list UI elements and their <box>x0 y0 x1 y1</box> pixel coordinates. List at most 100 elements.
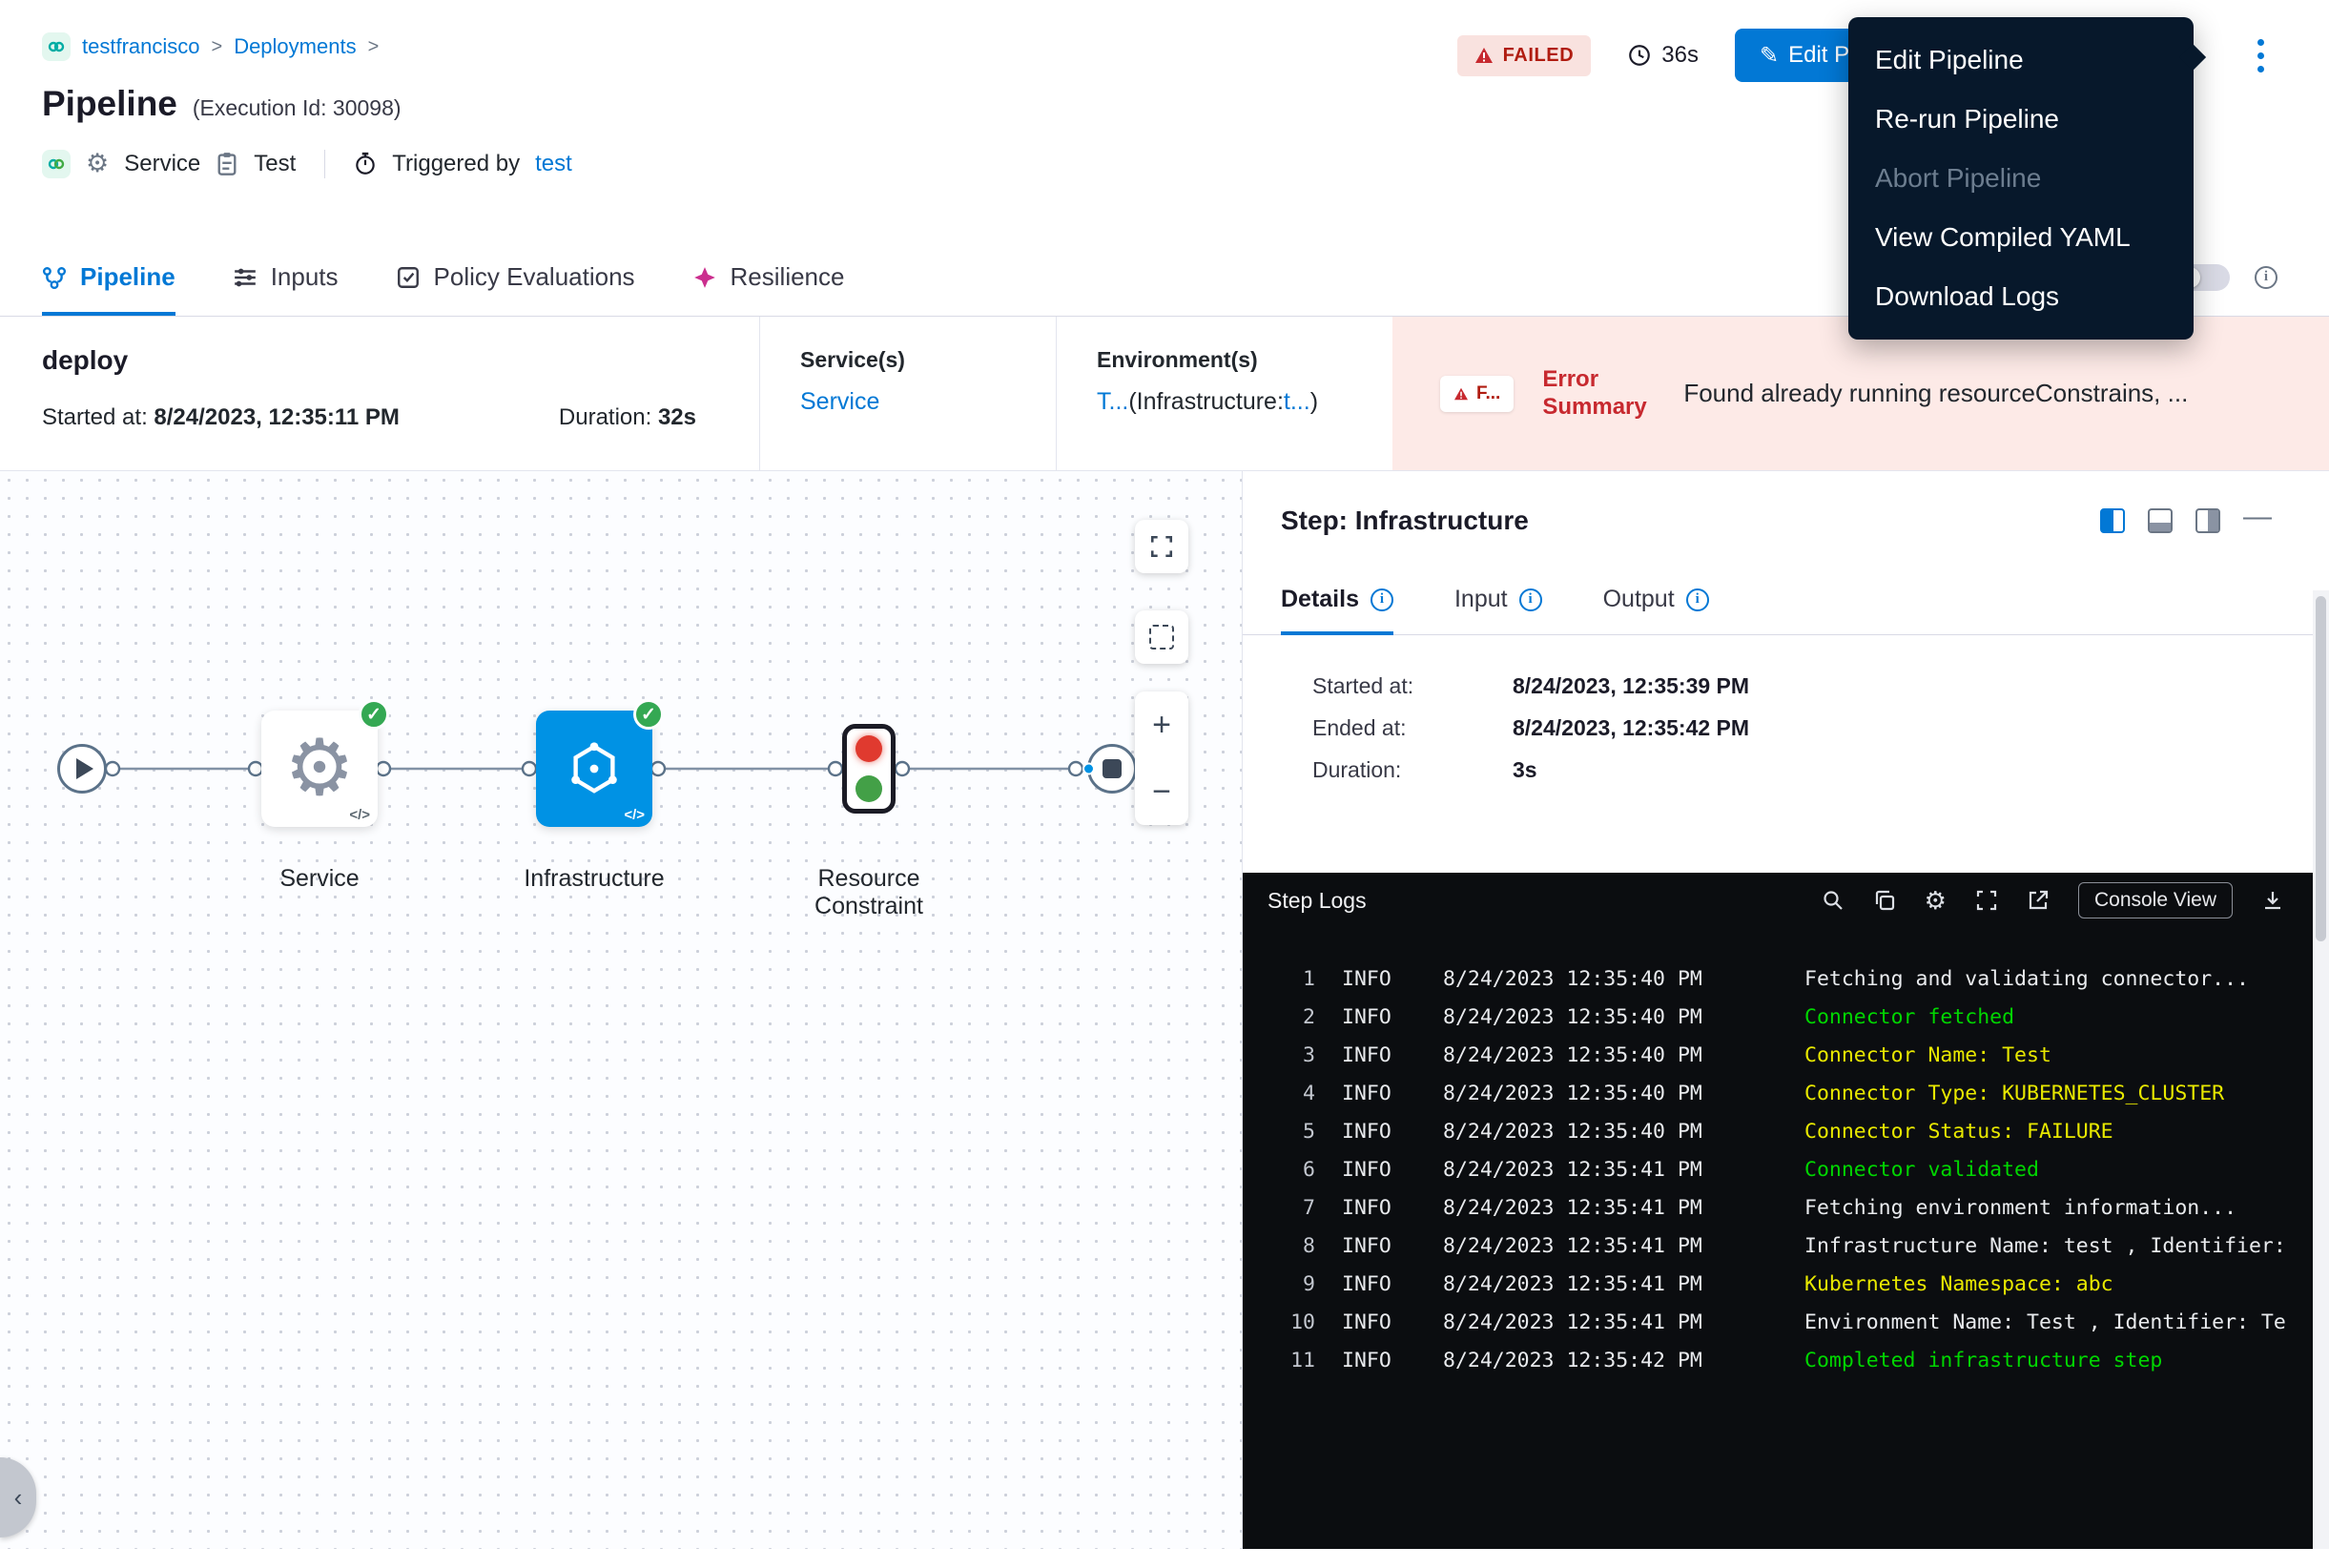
connector-dot <box>1082 763 1095 775</box>
log-line: 8INFO8/24/2023 12:35:41 PMInfrastructure… <box>1243 1228 2313 1266</box>
execution-id: (Execution Id: 30098) <box>193 95 402 121</box>
breadcrumb-deployments-link[interactable]: Deployments <box>234 34 356 59</box>
divider <box>324 150 325 178</box>
error-summary-label: Error Summary <box>1542 366 1655 422</box>
step-node-infrastructure[interactable]: </> ✓ <box>536 711 652 827</box>
zoom-in-button[interactable]: + <box>1135 691 1188 758</box>
warning-triangle-icon <box>1453 387 1469 401</box>
log-line: 3INFO8/24/2023 12:35:40 PMConnector Name… <box>1243 1037 2313 1075</box>
log-line: 4INFO8/24/2023 12:35:40 PMConnector Type… <box>1243 1075 2313 1113</box>
copy-icon[interactable] <box>1873 889 1896 912</box>
triggered-by-label: Triggered by <box>392 151 520 177</box>
node-label-service: Service <box>215 865 424 893</box>
tab-details[interactable]: Details i <box>1281 586 1393 634</box>
inputs-icon <box>233 265 258 290</box>
console-view-button[interactable]: Console View <box>2078 882 2233 918</box>
code-icon: </> <box>349 807 370 823</box>
code-icon: </> <box>624 807 645 823</box>
layout-split-right-icon[interactable] <box>2100 508 2125 533</box>
tab-pipeline[interactable]: Pipeline <box>42 238 175 316</box>
tab-output[interactable]: Output i <box>1603 586 1709 634</box>
infrastructure-hexagon-icon <box>565 739 624 798</box>
environments-label: Environment(s) <box>1097 347 1364 373</box>
duration-label: Duration: <box>1312 757 1513 783</box>
selection-mode-button[interactable] <box>1135 610 1188 664</box>
traffic-light-red <box>855 735 882 762</box>
info-icon[interactable]: i <box>1686 588 1709 611</box>
infrastructure-link[interactable]: t... <box>1284 388 1310 415</box>
ended-at-label: Ended at: <box>1312 715 1513 741</box>
log-line: 11INFO8/24/2023 12:35:42 PMCompleted inf… <box>1243 1342 2313 1380</box>
fit-to-screen-button[interactable] <box>1135 520 1188 573</box>
error-summary-message: Found already running resourceConstrains… <box>1683 379 2188 408</box>
success-check-icon: ✓ <box>633 699 664 730</box>
breadcrumb-separator: > <box>368 36 380 58</box>
tab-policy-evaluations[interactable]: Policy Evaluations <box>396 238 635 316</box>
search-icon[interactable] <box>1822 889 1845 912</box>
pencil-icon: ✎ <box>1760 42 1779 70</box>
marquee-icon <box>1149 625 1174 650</box>
pipeline-end-node[interactable] <box>1087 744 1137 794</box>
menu-item-rerun-pipeline[interactable]: Re-run Pipeline <box>1848 90 2194 149</box>
warning-triangle-icon <box>1474 47 1494 64</box>
page-title: Pipeline <box>42 84 177 124</box>
log-line: 6INFO8/24/2023 12:35:41 PMConnector vali… <box>1243 1151 2313 1189</box>
harness-cd-icon <box>42 150 71 178</box>
info-icon[interactable]: i <box>1519 588 1542 611</box>
started-at-value: 8/24/2023, 12:35:39 PM <box>1513 673 1749 699</box>
stop-icon <box>1103 759 1122 778</box>
minimize-panel-icon[interactable]: — <box>2243 517 2272 525</box>
step-node-resource-constraint[interactable] <box>842 724 896 814</box>
menu-item-download-logs[interactable]: Download Logs <box>1848 267 2194 326</box>
log-line: 1INFO8/24/2023 12:35:40 PMFetching and v… <box>1243 960 2313 999</box>
duration-value: 3s <box>1513 757 1537 783</box>
info-icon[interactable]: i <box>2255 266 2277 289</box>
environment-link[interactable]: T... <box>1097 388 1128 415</box>
clipboard-icon <box>216 152 238 176</box>
tab-input[interactable]: Input i <box>1454 586 1542 634</box>
service-gear-icon: ⚙ <box>284 730 355 808</box>
log-line: 9INFO8/24/2023 12:35:41 PMKubernetes Nam… <box>1243 1266 2313 1304</box>
tab-resilience[interactable]: Resilience <box>692 238 845 316</box>
menu-item-edit-pipeline[interactable]: Edit Pipeline <box>1848 31 2194 90</box>
log-line: 7INFO8/24/2023 12:35:41 PMFetching envir… <box>1243 1189 2313 1228</box>
step-node-service[interactable]: ⚙ </> ✓ <box>261 711 378 827</box>
stage-name[interactable]: deploy <box>42 345 731 376</box>
fullscreen-icon[interactable] <box>1975 889 1998 912</box>
step-logs-console: Step Logs ⚙ Console View 1INFO8/24/2023 … <box>1243 873 2313 1549</box>
harness-icon <box>42 32 71 61</box>
status-badge: FAILED <box>1457 35 1592 76</box>
info-icon[interactable]: i <box>1371 588 1393 611</box>
triggered-by-user-link[interactable]: test <box>535 151 572 177</box>
pipeline-graph-canvas[interactable]: ⚙ </> ✓ Service </> ✓ Infrastructure Res… <box>0 471 1242 1549</box>
open-in-new-icon[interactable] <box>2027 889 2050 912</box>
step-details-panel: Step: Infrastructure — Details i Input i <box>1242 471 2329 1549</box>
menu-item-abort-pipeline: Abort Pipeline <box>1848 149 2194 208</box>
service-link[interactable]: Service <box>800 388 1027 416</box>
more-options-kebab-icon[interactable] <box>2252 33 2270 78</box>
success-check-icon: ✓ <box>359 699 389 730</box>
scrollbar-thumb[interactable] <box>2316 596 2326 941</box>
pipeline-icon <box>42 265 67 290</box>
services-label: Service(s) <box>800 347 1027 373</box>
download-icon[interactable] <box>2261 889 2284 912</box>
test-meta-label: Test <box>254 151 296 177</box>
pipeline-start-node[interactable] <box>57 744 107 794</box>
error-summary-bar: F... Error Summary Found already running… <box>1392 317 2329 470</box>
environment-value: T...(Infrastructure:t...) <box>1097 388 1364 416</box>
breadcrumb-project-link[interactable]: testfrancisco <box>82 34 200 59</box>
stopwatch-icon <box>354 152 377 176</box>
clock-icon <box>1627 43 1652 68</box>
zoom-out-button[interactable]: − <box>1135 758 1188 825</box>
zoom-controls: + − <box>1135 691 1188 825</box>
tab-inputs[interactable]: Inputs <box>233 238 339 316</box>
step-panel-title: Step: Infrastructure <box>1281 505 1529 536</box>
breadcrumb-separator: > <box>212 36 223 58</box>
log-line: 2INFO8/24/2023 12:35:40 PMConnector fetc… <box>1243 999 2313 1037</box>
layout-full-icon[interactable] <box>2195 508 2220 533</box>
layout-split-bottom-icon[interactable] <box>2148 508 2173 533</box>
log-settings-gear-icon[interactable]: ⚙ <box>1925 886 1947 916</box>
traffic-light-green <box>855 775 882 802</box>
started-at-label: Started at: <box>1312 673 1513 699</box>
menu-item-view-compiled-yaml[interactable]: View Compiled YAML <box>1848 208 2194 267</box>
